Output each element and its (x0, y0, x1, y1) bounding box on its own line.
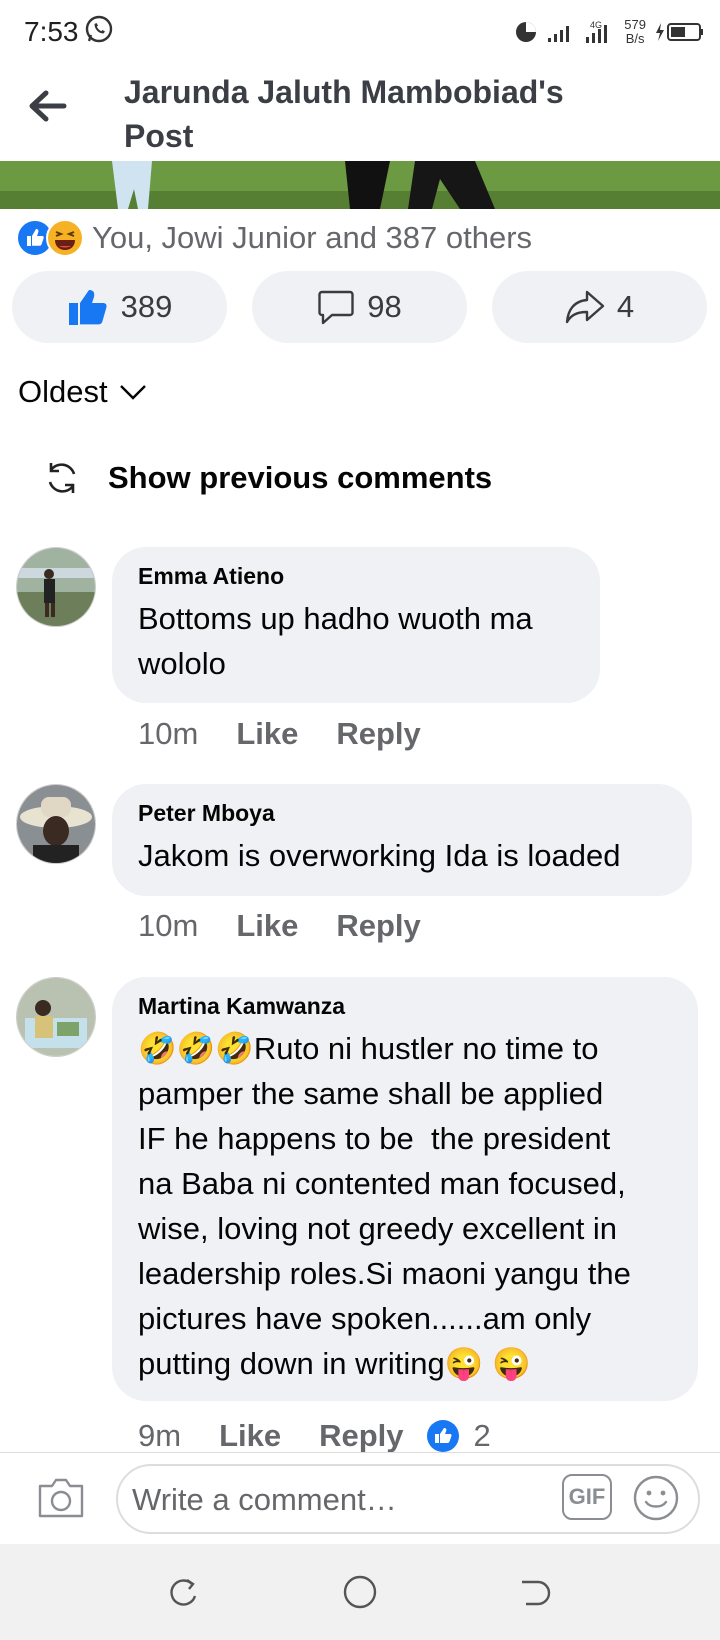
back-arrow-icon[interactable] (26, 86, 70, 126)
post-image-graphic (0, 161, 720, 209)
comment-input-placeholder: Write a comment… (132, 1482, 397, 1517)
svg-text:4G: 4G (590, 20, 602, 30)
share-arrow-icon (565, 290, 605, 324)
comment-meta: 10m Like Reply (138, 716, 421, 752)
comment-reply-button[interactable]: Reply (336, 908, 420, 944)
page-title-line2: Post (124, 118, 194, 154)
avatar[interactable] (16, 784, 96, 864)
gif-label: GIF (568, 1484, 606, 1509)
avatar[interactable] (16, 547, 96, 627)
comment-like-button[interactable]: Like (236, 716, 298, 752)
tongue-wink-emoji-icon: 😜 (444, 1346, 484, 1381)
comment-author[interactable]: Emma Atieno (138, 563, 574, 590)
comment-text-line: wololo (138, 646, 226, 681)
comment-bubble[interactable]: Peter Mboya Jakom is overworking Ida is … (112, 784, 692, 896)
comment-time: 10m (138, 716, 199, 751)
comment-like-button[interactable]: Like (236, 908, 298, 944)
comment-reply-button[interactable]: Reply (319, 1418, 403, 1454)
reaction-summary-text: You, Jowi Junior and 387 others (92, 220, 533, 255)
avatar-image (17, 978, 95, 1056)
like-thumb-icon (68, 290, 107, 325)
network-speed: 579 B/s (624, 18, 646, 46)
signal-4g-icon: 4G (586, 20, 608, 43)
signal-icon (548, 26, 570, 42)
status-time: 7:53 (24, 16, 79, 47)
page-title: Jarunda Jaluth Mambobiad's Post (124, 70, 684, 158)
avatar-image (17, 548, 95, 626)
comment-bubble[interactable]: Emma Atieno Bottoms up hadho wuoth ma wo… (112, 547, 600, 703)
avatar[interactable] (16, 977, 96, 1057)
share-count-button[interactable]: 4 (492, 271, 707, 343)
rofl-emoji-icon: 🤣 (176, 1031, 216, 1066)
comment-count: 98 (367, 289, 402, 324)
recents-icon[interactable] (166, 1576, 200, 1610)
comment-bubble-icon (318, 290, 354, 325)
camera-icon[interactable] (36, 1476, 86, 1520)
comment-text-line: IF he happens to be the president (138, 1121, 611, 1156)
tongue-wink-emoji-icon: 😜 (491, 1346, 531, 1381)
gif-button[interactable]: GIF (562, 1474, 612, 1520)
show-previous-label: Show previous comments (108, 460, 493, 495)
comment-text-line: Bottoms up hadho wuoth ma (138, 601, 533, 636)
whatsapp-icon (85, 15, 113, 43)
rofl-emoji-icon: 🤣 (215, 1031, 254, 1066)
comment-text-part: putting down in writing (138, 1346, 445, 1381)
comment-meta: 9m Like Reply 2 (138, 1418, 491, 1454)
comment-text-line: 🤣🤣🤣Ruto ni hustler no time to (138, 1026, 672, 1071)
comment-count-button[interactable]: 98 (252, 271, 467, 343)
comment-author[interactable]: Martina Kamwanza (138, 993, 672, 1020)
comment-meta: 10m Like Reply (138, 908, 421, 944)
comment-text: Jakom is overworking Ida is loaded (138, 838, 621, 873)
comment-author[interactable]: Peter Mboya (138, 800, 666, 827)
post-image[interactable] (0, 161, 720, 209)
emoji-smile-icon[interactable] (632, 1474, 680, 1522)
system-nav-bar (0, 1544, 720, 1640)
rofl-emoji-icon: 🤣 (138, 1031, 177, 1066)
like-count: 389 (120, 289, 173, 324)
comment-time: 9m (138, 1418, 182, 1453)
comment-like-button[interactable]: Like (219, 1418, 281, 1454)
comment-time: 10m (138, 908, 199, 943)
data-saver-icon (516, 22, 537, 42)
comment-sort-dropdown[interactable]: Oldest (18, 374, 148, 410)
comment-text-line: pictures have spoken......am only (138, 1301, 592, 1336)
comment-text: Bottoms up hadho wuoth ma wololo (138, 596, 574, 686)
comment-text-line: wise, loving not greedy excellent in (138, 1211, 618, 1246)
comment-text-line: pamper the same shall be applied (138, 1076, 604, 1111)
home-icon[interactable] (342, 1574, 378, 1610)
show-previous-comments[interactable]: Show previous comments (44, 460, 492, 496)
comment-input[interactable]: Write a comment… (116, 1464, 700, 1534)
like-reaction-icon (426, 1420, 459, 1452)
chevron-down-icon (119, 385, 146, 400)
avatar-image (17, 785, 95, 863)
comment-text: 🤣🤣🤣Ruto ni hustler no time to pamper the… (138, 1026, 672, 1386)
comment-text-part: Ruto ni hustler no time to (253, 1031, 599, 1066)
comment-text-line: putting down in writing😜 😜 (138, 1341, 672, 1386)
share-count: 4 (616, 289, 635, 324)
haha-reaction-icon (46, 219, 84, 257)
comment-reply-button[interactable]: Reply (336, 716, 420, 752)
refresh-icon (48, 463, 76, 493)
sort-label: Oldest (18, 374, 108, 409)
status-bar: 7:53 4G 579 B/s (0, 0, 720, 64)
back-icon[interactable] (518, 1576, 552, 1610)
comment-like-count[interactable]: 2 (474, 1418, 491, 1454)
status-right: 4G 579 B/s (514, 14, 706, 50)
comment-text-line: leadership roles.Si maoni yangu the (138, 1256, 631, 1291)
like-count-button[interactable]: 389 (12, 271, 227, 343)
net-speed-value: 579 (624, 17, 646, 32)
reaction-summary[interactable]: You, Jowi Junior and 387 others (16, 216, 532, 260)
net-speed-unit: B/s (625, 31, 645, 46)
comment-bubble[interactable]: Martina Kamwanza 🤣🤣🤣Ruto ni hustler no t… (112, 977, 698, 1401)
comment-text-line: na Baba ni contented man focused, (138, 1166, 626, 1201)
page-title-line1: Jarunda Jaluth Mambobiad's (124, 74, 564, 110)
battery-charging-icon (656, 23, 703, 41)
